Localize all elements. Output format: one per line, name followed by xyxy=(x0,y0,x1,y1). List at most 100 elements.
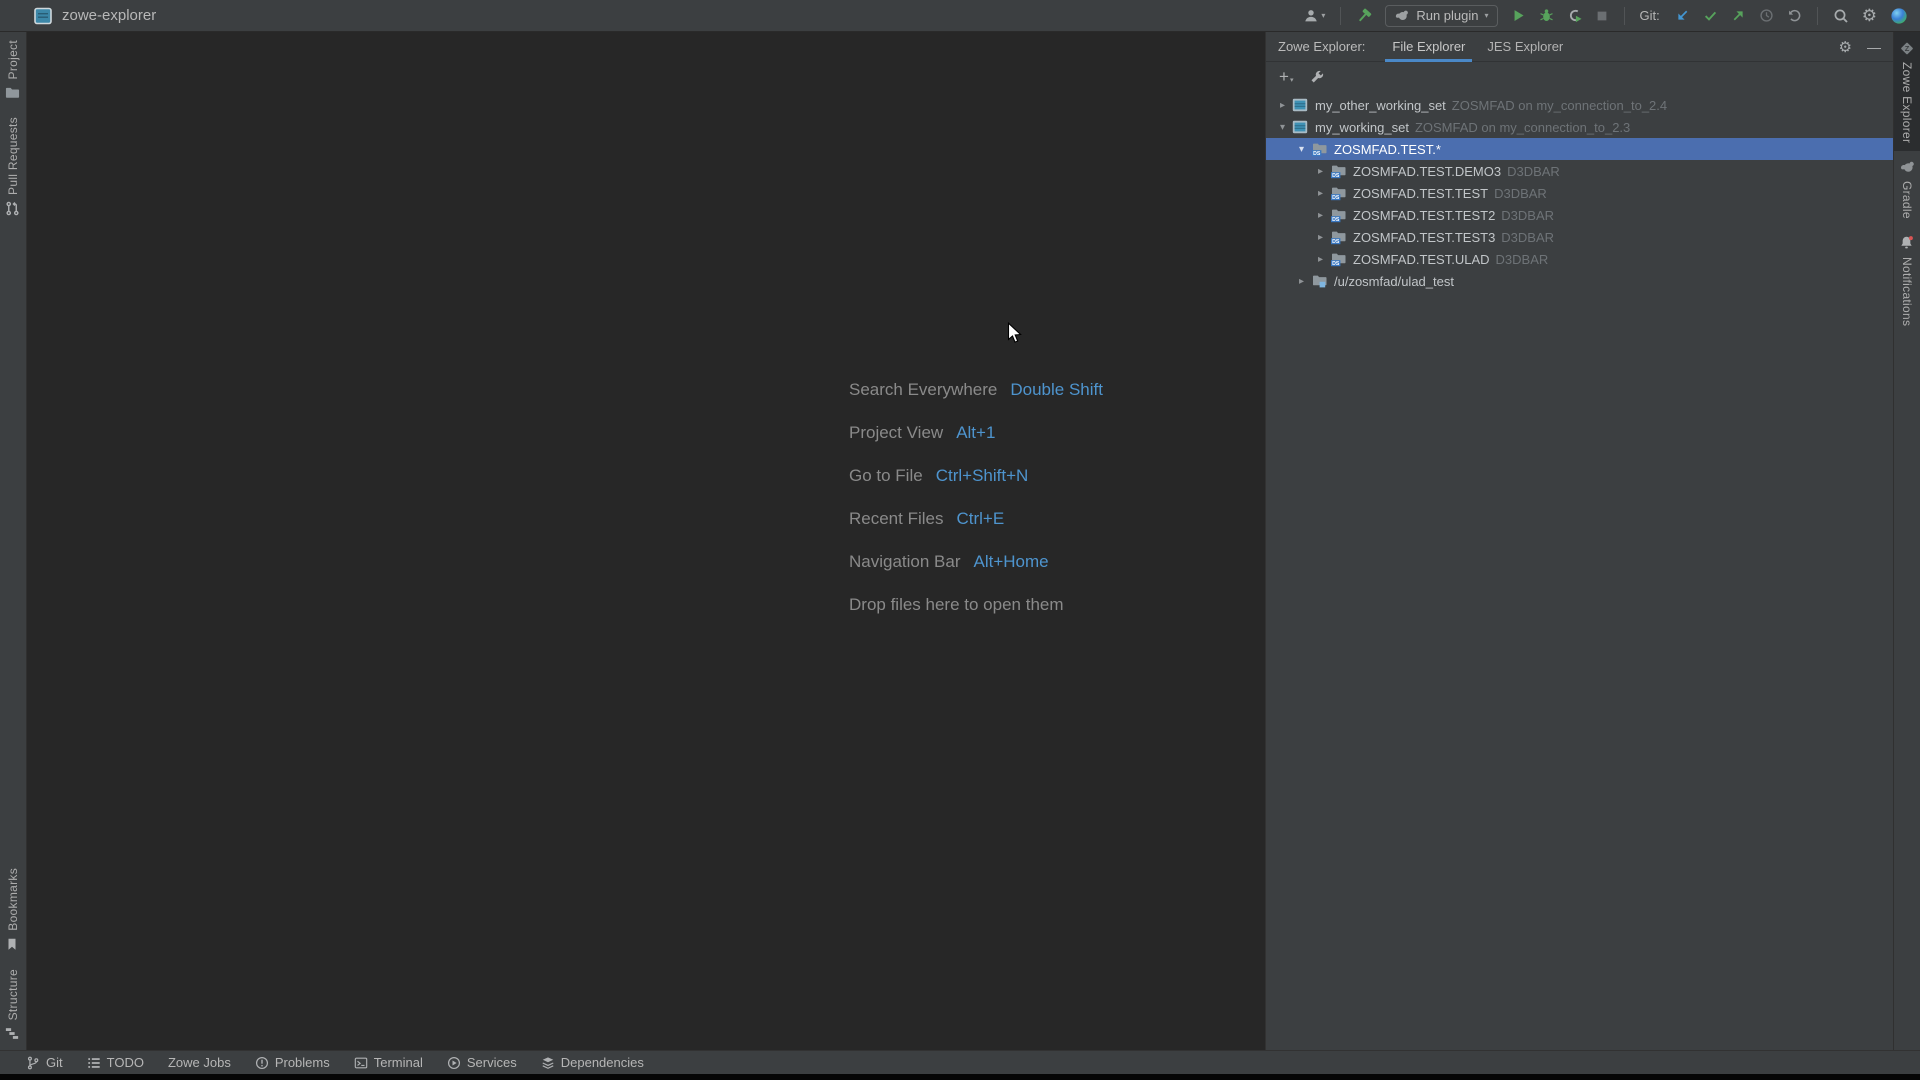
gradle-icon xyxy=(1394,8,1410,24)
shortcut-keys: Ctrl+E xyxy=(956,509,1004,529)
tree-node-name: my_working_set xyxy=(1315,120,1409,135)
stop-button[interactable] xyxy=(1595,9,1609,23)
tool-window-icon xyxy=(5,1026,21,1042)
bottom-bar-icon xyxy=(354,1056,368,1070)
settings-wrench-icon[interactable] xyxy=(1310,69,1326,85)
tree-chevron-icon[interactable]: ▸ xyxy=(1312,254,1329,265)
tree-chevron-icon[interactable]: ▸ xyxy=(1312,210,1329,221)
tree-chevron-icon[interactable]: ▾ xyxy=(1293,144,1310,155)
tree-row[interactable]: ▸ DS ZOSMFAD.TEST.DEMO3 D3DBAR xyxy=(1266,160,1893,182)
svg-text:DS: DS xyxy=(1332,195,1340,201)
drop-files-hint: Drop files here to open them xyxy=(849,595,1064,615)
tree-node-icon xyxy=(1311,273,1329,289)
bottom-bar-icon xyxy=(26,1056,40,1070)
git-commit-button[interactable] xyxy=(1703,8,1718,23)
shortcut-hint-row: Go to File Ctrl+Shift+N xyxy=(849,454,1103,497)
tree-node-icon xyxy=(1292,119,1310,135)
shortcut-keys: Alt+Home xyxy=(974,552,1049,572)
user-account-button[interactable]: ▾ xyxy=(1303,8,1325,24)
search-everywhere-button[interactable] xyxy=(1833,8,1849,24)
bottom-bar-button[interactable]: Dependencies xyxy=(541,1055,644,1070)
bottom-bar-icon xyxy=(255,1056,269,1070)
shortcut-action-label: Project View xyxy=(849,423,943,443)
shortcut-hint-row: Search Everywhere Double Shift xyxy=(849,368,1103,411)
explorer-tab[interactable]: File Explorer xyxy=(1381,32,1476,62)
tool-window-button[interactable]: Gradle xyxy=(1894,151,1920,227)
tool-window-button[interactable]: Notifications xyxy=(1894,227,1920,334)
bottom-tool-window-bar: Git TODO Zowe Jobs Problems Terminal Ser… xyxy=(0,1050,1920,1074)
toolbar-separator xyxy=(1624,7,1625,25)
tree-chevron-icon[interactable]: ▸ xyxy=(1293,276,1310,287)
bottom-bar-button[interactable]: Terminal xyxy=(354,1055,423,1070)
toolbar-separator xyxy=(1340,7,1341,25)
bottom-bar-button[interactable]: Zowe Jobs xyxy=(168,1055,231,1070)
tree-row[interactable]: ▾ my_working_set ZOSMFAD on my_connectio… xyxy=(1266,116,1893,138)
tool-window-button[interactable]: Project xyxy=(0,32,26,109)
shortcut-hint-row: Navigation Bar Alt+Home xyxy=(849,540,1103,583)
tree-node-name: ZOSMFAD.TEST.TEST2 xyxy=(1353,208,1495,223)
tree-node-name: ZOSMFAD.TEST.TEST3 xyxy=(1353,230,1495,245)
tree-node-suffix: D3DBAR xyxy=(1501,230,1554,245)
git-update-button[interactable] xyxy=(1675,8,1690,23)
bottom-bar-icon xyxy=(87,1056,101,1070)
tree-node-icon: DS xyxy=(1330,229,1348,245)
tree-node-name: /u/zosmfad/ulad_test xyxy=(1334,274,1454,289)
shortcut-keys: Ctrl+Shift+N xyxy=(936,466,1029,486)
shortcut-action-label: Navigation Bar xyxy=(849,552,961,572)
run-configuration-label: Run plugin xyxy=(1416,8,1478,23)
hide-panel-icon[interactable]: — xyxy=(1867,40,1881,54)
main-toolbar: ▾ Run plugin ▾ Git: xyxy=(1303,5,1912,27)
tool-window-button[interactable]: Z Zowe Explorer xyxy=(1894,32,1920,151)
tree-node-icon: DS xyxy=(1330,207,1348,223)
bottom-bar-button[interactable]: Git xyxy=(26,1055,63,1070)
tree-row[interactable]: ▾ DS ZOSMFAD.TEST.* xyxy=(1266,138,1893,160)
bottom-bar-button[interactable]: TODO xyxy=(87,1055,144,1070)
tool-window-button[interactable]: Bookmarks xyxy=(0,860,26,961)
tree-node-icon: DS xyxy=(1330,163,1348,179)
build-hammer-button[interactable] xyxy=(1356,8,1372,24)
main-area: Project Pull Requests Bookmarks Structur… xyxy=(0,32,1920,1050)
tree-chevron-icon[interactable]: ▸ xyxy=(1312,188,1329,199)
git-push-button[interactable] xyxy=(1731,8,1746,23)
history-clock-button[interactable] xyxy=(1759,8,1774,23)
run-button[interactable] xyxy=(1511,8,1526,23)
tree-node-name: ZOSMFAD.TEST.TEST xyxy=(1353,186,1488,201)
profile-sphere-icon[interactable] xyxy=(1890,7,1908,25)
tool-window-button[interactable]: Pull Requests xyxy=(0,109,26,225)
shortcut-keys: Double Shift xyxy=(1010,380,1103,400)
mouse-cursor xyxy=(1007,322,1024,351)
tree-node-icon: DS xyxy=(1311,141,1329,157)
tree-row[interactable]: ▸ /u/zosmfad/ulad_test xyxy=(1266,270,1893,292)
add-working-set-button[interactable]: + ▾ xyxy=(1279,70,1293,84)
tool-window-button[interactable]: Structure xyxy=(0,961,26,1050)
zowe-explorer-panel: Zowe Explorer: File Explorer JES Explore… xyxy=(1265,32,1893,1050)
shortcut-hint-row: Recent Files Ctrl+E xyxy=(849,497,1103,540)
tree-row[interactable]: ▸ DS ZOSMFAD.TEST.ULAD D3DBAR xyxy=(1266,248,1893,270)
bottom-bar-button[interactable]: Services xyxy=(447,1055,517,1070)
tree-chevron-icon[interactable]: ▸ xyxy=(1312,166,1329,177)
bottom-bar-button[interactable]: Problems xyxy=(255,1055,330,1070)
undo-button[interactable] xyxy=(1787,8,1802,23)
tool-window-icon: Z xyxy=(1899,40,1915,56)
file-explorer-tree: ▸ my_other_working_set ZOSMFAD on my_con… xyxy=(1266,92,1893,1050)
tree-row[interactable]: ▸ DS ZOSMFAD.TEST.TEST3 D3DBAR xyxy=(1266,226,1893,248)
tree-chevron-icon[interactable]: ▾ xyxy=(1274,122,1291,133)
debug-button[interactable] xyxy=(1539,8,1554,23)
tree-row[interactable]: ▸ DS ZOSMFAD.TEST.TEST D3DBAR xyxy=(1266,182,1893,204)
tree-chevron-icon[interactable]: ▸ xyxy=(1312,232,1329,243)
tool-window-icon xyxy=(1899,235,1915,251)
toolbar-separator xyxy=(1817,7,1818,25)
tree-row[interactable]: ▸ DS ZOSMFAD.TEST.TEST2 D3DBAR xyxy=(1266,204,1893,226)
panel-settings-gear-icon[interactable]: ⚙ xyxy=(1839,40,1852,55)
plus-icon: + xyxy=(1279,70,1289,84)
svg-text:DS: DS xyxy=(1313,151,1321,157)
tree-node-icon: DS xyxy=(1330,251,1348,267)
shortcut-action-label: Recent Files xyxy=(849,509,943,529)
settings-gear-icon[interactable]: ⚙ xyxy=(1862,7,1877,24)
explorer-tab[interactable]: JES Explorer xyxy=(1476,32,1574,62)
tool-window-icon xyxy=(1899,159,1915,175)
tree-row[interactable]: ▸ my_other_working_set ZOSMFAD on my_con… xyxy=(1266,94,1893,116)
run-with-coverage-button[interactable] xyxy=(1567,8,1582,23)
tree-chevron-icon[interactable]: ▸ xyxy=(1274,100,1291,111)
run-configuration-select[interactable]: Run plugin ▾ xyxy=(1385,5,1497,27)
